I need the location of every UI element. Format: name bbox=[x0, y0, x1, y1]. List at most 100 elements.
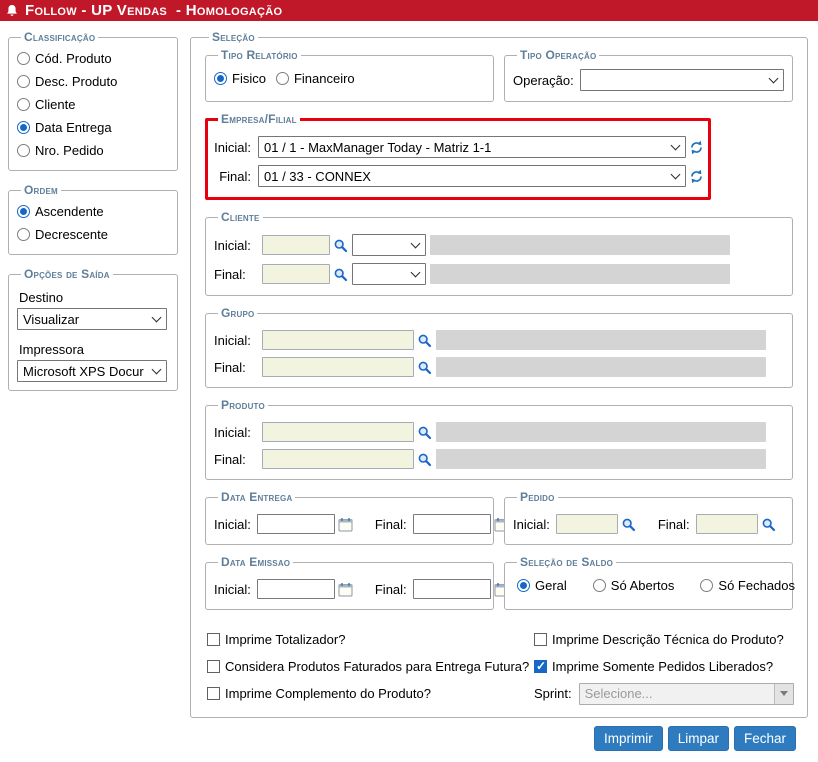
chevron-down-icon bbox=[152, 313, 162, 323]
checkbox-icon bbox=[207, 633, 220, 646]
impressora-select[interactable]: Microsoft XPS Docur bbox=[17, 360, 167, 382]
grupo-final-input[interactable] bbox=[262, 357, 414, 377]
cliente-final-select[interactable] bbox=[352, 263, 426, 285]
destino-select[interactable]: Visualizar bbox=[17, 308, 167, 330]
chevron-down-icon bbox=[671, 170, 681, 180]
field-label: Inicial: bbox=[214, 517, 253, 532]
checkbox-imprime-totalizador[interactable]: Imprime Totalizador? bbox=[207, 628, 534, 651]
radio-so-abertos[interactable]: Só Abertos bbox=[593, 574, 675, 597]
cliente-final-input[interactable] bbox=[262, 264, 330, 284]
refresh-icon[interactable] bbox=[689, 169, 704, 184]
operacao-select[interactable] bbox=[580, 69, 784, 91]
radio-icon bbox=[276, 72, 289, 85]
combo-value: 01 / 33 - CONNEX bbox=[264, 169, 668, 184]
limpar-button[interactable]: Limpar bbox=[668, 726, 729, 751]
radio-label: Desc. Produto bbox=[35, 74, 117, 89]
window: Follow - UP Vendas - Homologação Classif… bbox=[0, 0, 818, 751]
radio-label: Só Abertos bbox=[611, 578, 675, 593]
refresh-icon[interactable] bbox=[689, 140, 704, 155]
produto-final-disabled-field bbox=[436, 449, 766, 469]
radio-cod-produto[interactable]: Cód. Produto bbox=[17, 47, 169, 70]
pedido-group: Pedido Inicial: Final: bbox=[504, 490, 793, 545]
impressora-label: Impressora bbox=[19, 342, 169, 357]
radio-icon bbox=[593, 579, 606, 592]
radio-icon bbox=[17, 75, 30, 88]
checkbox-icon bbox=[534, 633, 547, 646]
search-icon[interactable] bbox=[621, 517, 636, 532]
checkbox-considera-produtos-faturados[interactable]: Considera Produtos Faturados para Entreg… bbox=[207, 655, 534, 678]
checkbox-imprime-somente-liberados[interactable]: Imprime Somente Pedidos Liberados? bbox=[534, 655, 794, 678]
search-icon[interactable] bbox=[333, 238, 348, 253]
calendar-icon[interactable] bbox=[338, 517, 353, 532]
chevron-down-icon bbox=[411, 268, 421, 278]
search-icon[interactable] bbox=[417, 360, 432, 375]
cliente-inicial-input[interactable] bbox=[262, 235, 330, 255]
search-icon[interactable] bbox=[333, 267, 348, 282]
cliente-final-disabled-field bbox=[430, 264, 730, 284]
checkbox-icon bbox=[207, 660, 220, 673]
field-label: Final: bbox=[658, 517, 692, 532]
radio-fisico[interactable]: Fisico bbox=[214, 67, 266, 90]
data-entrega-group: Data Entrega Inicial: Final: bbox=[205, 490, 494, 545]
radio-icon bbox=[17, 52, 30, 65]
chevron-down-icon bbox=[152, 365, 162, 375]
imprimir-button[interactable]: Imprimir bbox=[594, 726, 663, 751]
group-legend: Grupo bbox=[218, 306, 257, 320]
search-icon[interactable] bbox=[417, 425, 432, 440]
checkbox-label: Imprime Descrição Técnica do Produto? bbox=[552, 632, 784, 647]
checkbox-imprime-complemento[interactable]: Imprime Complemento do Produto? bbox=[207, 682, 534, 705]
produto-inicial-input[interactable] bbox=[262, 422, 414, 442]
cliente-inicial-disabled-field bbox=[430, 235, 730, 255]
combo-value: Visualizar bbox=[23, 312, 149, 327]
search-icon[interactable] bbox=[417, 333, 432, 348]
destino-label: Destino bbox=[19, 290, 169, 305]
data-entrega-inicial-input[interactable] bbox=[257, 514, 335, 534]
left-panel: Classificação Cód. Produto Desc. Produto… bbox=[8, 30, 178, 403]
cliente-inicial-select[interactable] bbox=[352, 234, 426, 256]
radio-label: Cód. Produto bbox=[35, 51, 112, 66]
chevron-down-icon bbox=[671, 141, 681, 151]
chevron-down-icon bbox=[774, 684, 793, 704]
group-legend: Tipo Relatório bbox=[218, 48, 301, 62]
radio-geral[interactable]: Geral bbox=[517, 574, 567, 597]
pedido-inicial-input[interactable] bbox=[556, 514, 618, 534]
form-body: Classificação Cód. Produto Desc. Produto… bbox=[0, 21, 818, 751]
data-emissao-final-input[interactable] bbox=[413, 579, 491, 599]
radio-data-entrega[interactable]: Data Entrega bbox=[17, 116, 169, 139]
radio-so-fechados[interactable]: Só Fechados bbox=[700, 574, 795, 597]
checkbox-icon bbox=[207, 687, 220, 700]
data-entrega-final-input[interactable] bbox=[413, 514, 491, 534]
calendar-icon[interactable] bbox=[338, 582, 353, 597]
produto-final-input[interactable] bbox=[262, 449, 414, 469]
grupo-inicial-disabled-field bbox=[436, 330, 766, 350]
radio-desc-produto[interactable]: Desc. Produto bbox=[17, 70, 169, 93]
checkbox-icon bbox=[534, 660, 547, 673]
group-legend: Cliente bbox=[218, 210, 263, 224]
grupo-inicial-input[interactable] bbox=[262, 330, 414, 350]
field-label: Inicial: bbox=[214, 140, 254, 155]
footer-buttons: Imprimir Limpar Fechar bbox=[190, 718, 808, 751]
radio-nro-pedido[interactable]: Nro. Pedido bbox=[17, 139, 169, 162]
group-legend: Classificação bbox=[21, 30, 98, 44]
window-title: Follow - UP Vendas - Homologação bbox=[25, 2, 282, 19]
radio-decrescente[interactable]: Decrescente bbox=[17, 223, 169, 246]
data-emissao-inicial-input[interactable] bbox=[257, 579, 335, 599]
field-label: Final: bbox=[214, 267, 258, 282]
ordem-group: Ordem Ascendente Decrescente bbox=[8, 183, 178, 255]
search-icon[interactable] bbox=[761, 517, 776, 532]
checkbox-label: Considera Produtos Faturados para Entreg… bbox=[225, 659, 529, 674]
fechar-button[interactable]: Fechar bbox=[734, 726, 796, 751]
field-label: Final: bbox=[214, 452, 258, 467]
empresa-filial-group: Empresa/Filial Inicial: 01 / 1 - MaxMana… bbox=[205, 112, 711, 200]
radio-financeiro[interactable]: Financeiro bbox=[276, 67, 355, 90]
radio-ascendente[interactable]: Ascendente bbox=[17, 200, 169, 223]
radio-icon bbox=[17, 144, 30, 157]
checkbox-imprime-descricao-tecnica[interactable]: Imprime Descrição Técnica do Produto? bbox=[534, 628, 794, 651]
empresa-final-select[interactable]: 01 / 33 - CONNEX bbox=[258, 165, 686, 187]
group-legend: Data Emissao bbox=[218, 555, 293, 569]
radio-cliente[interactable]: Cliente bbox=[17, 93, 169, 116]
empresa-inicial-select[interactable]: 01 / 1 - MaxManager Today - Matriz 1-1 bbox=[258, 136, 686, 158]
search-icon[interactable] bbox=[417, 452, 432, 467]
pedido-final-input[interactable] bbox=[696, 514, 758, 534]
radio-icon bbox=[17, 205, 30, 218]
